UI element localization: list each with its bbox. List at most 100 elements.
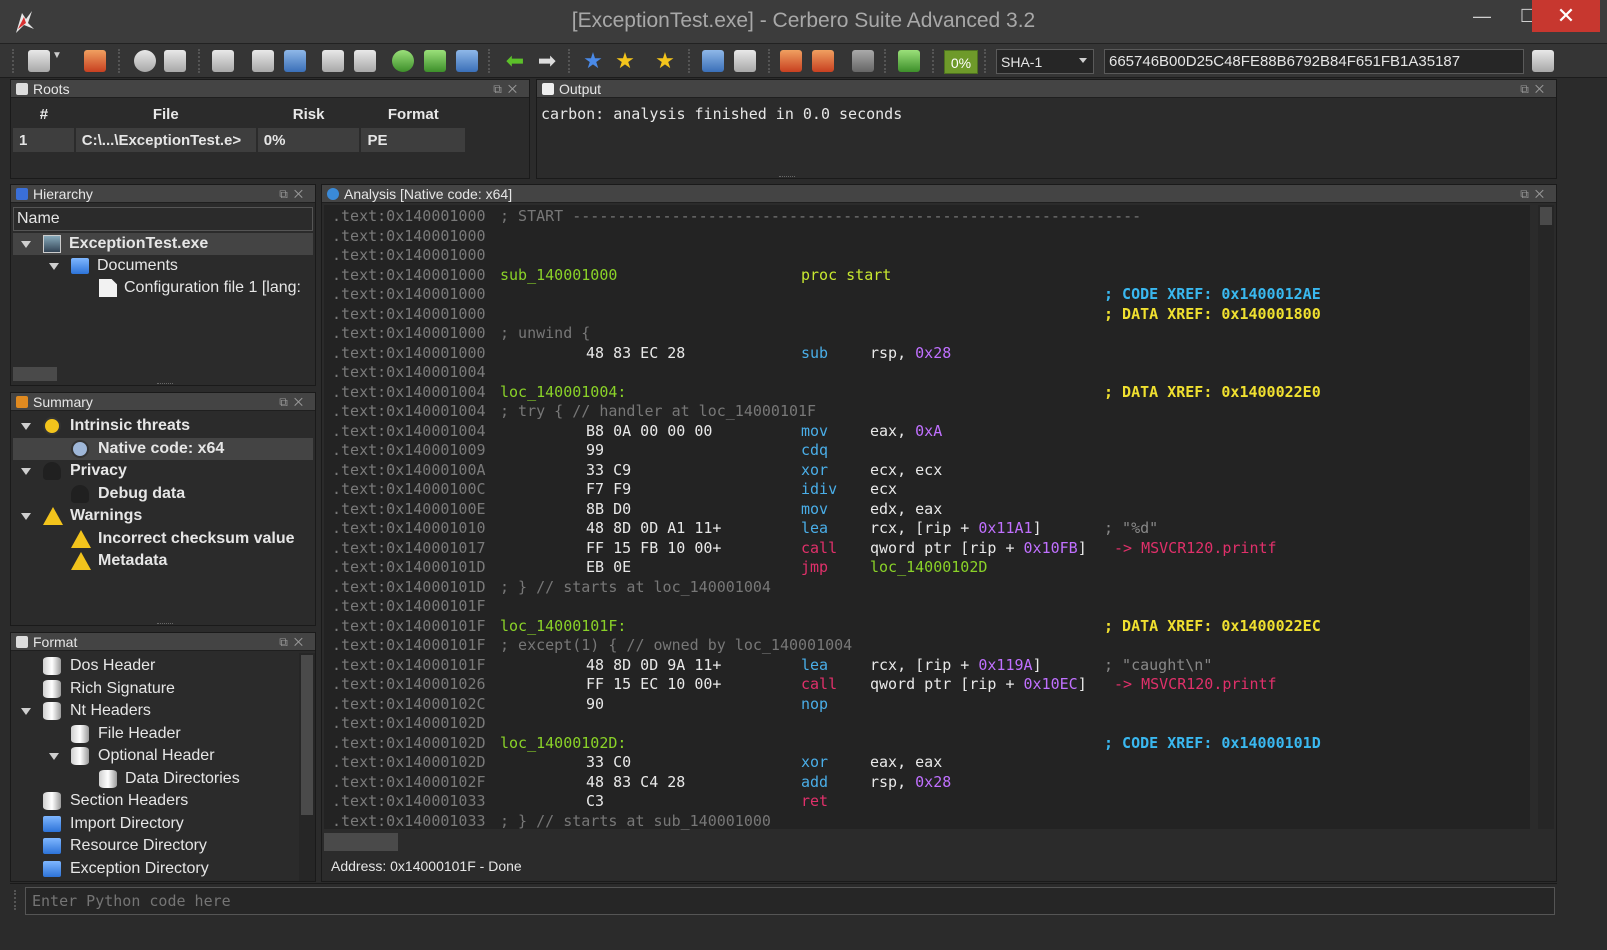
expand-arrow-icon[interactable] (21, 468, 31, 475)
code-line[interactable]: .text:0x14000101F (324, 597, 1524, 617)
document-icon[interactable] (164, 50, 186, 72)
panel-buttons[interactable]: ⧉✕ (1520, 185, 1550, 203)
scrollbar-thumb[interactable] (301, 655, 313, 815)
tree-item-documents[interactable]: Documents (13, 255, 313, 277)
toolbar-grip[interactable] (568, 49, 572, 73)
code-line[interactable]: .text:0x140001000 (324, 227, 1524, 247)
toolbar-grip[interactable] (688, 49, 692, 73)
layout-icon[interactable] (252, 50, 274, 72)
code-line[interactable]: .text:0x14000102D loc_14000102D: ; CODE XR… (324, 734, 1524, 754)
toolbar-grip[interactable] (14, 890, 18, 910)
save-dropdown-icon[interactable]: ▼ (52, 50, 62, 72)
expand-arrow-icon[interactable] (21, 241, 31, 248)
copy-hash-icon[interactable] (1532, 50, 1554, 72)
panel-icon[interactable] (354, 50, 376, 72)
settings-gear-icon[interactable] (134, 50, 156, 72)
summary-item-checksum[interactable]: Incorrect checksum value (13, 528, 313, 550)
toolbar-grip[interactable] (884, 49, 888, 73)
code-line[interactable]: .text:0x140001000 48 83 EC 28 sub rsp, 0x28 (324, 344, 1524, 364)
table-row[interactable]: 1 C:\...\ExceptionTest.e> 0% PE (13, 128, 533, 152)
code-line[interactable]: .text:0x14000102D (324, 714, 1524, 734)
panel-buttons[interactable]: ⧉✕ (1520, 80, 1550, 98)
code-line[interactable]: .text:0x140001004 loc_140001004: ; DATA XR… (324, 383, 1524, 403)
toolbar-grip[interactable] (488, 49, 492, 73)
bookmark-next-icon[interactable]: ★ (654, 50, 676, 72)
summary-item-debug-data[interactable]: Debug data (13, 483, 313, 505)
code-line[interactable]: .text:0x140001000 ; DATA XREF: 0x14000180… (324, 305, 1524, 325)
summary-item-intrinsic-threats[interactable]: Intrinsic threats (13, 415, 313, 437)
panel-buttons[interactable]: ⧉✕ (279, 633, 309, 651)
vertical-scrollbar[interactable] (299, 653, 315, 881)
window-icon[interactable] (212, 50, 234, 72)
code-line[interactable]: .text:0x140001026 FF 15 EC 10 00+ call qwor… (324, 675, 1524, 695)
code-line[interactable]: .text:0x140001004 (324, 363, 1524, 383)
splitter-handle[interactable] (157, 623, 173, 627)
code-line[interactable]: .text:0x140001000 ; CODE XREF: 0x1400012A… (324, 285, 1524, 305)
summary-item-privacy[interactable]: Privacy (13, 460, 313, 482)
code-line[interactable]: .text:0x140001010 48 8D 0D A1 11+ lea rcx, … (324, 519, 1524, 539)
code-line[interactable]: .text:0x14000101D EB 0E jmp loc_14000102D (324, 558, 1524, 578)
scrollbar-thumb[interactable] (1540, 207, 1552, 225)
refresh-icon[interactable] (284, 50, 306, 72)
code-line[interactable]: .text:0x14000101F ; except(1) { // owned … (324, 636, 1524, 656)
column-header-name[interactable]: Name (13, 207, 313, 231)
code-line[interactable]: .text:0x140001000 (324, 246, 1524, 266)
code-line[interactable]: .text:0x140001033 C3 ret (324, 792, 1524, 812)
layers-alt-icon[interactable] (812, 50, 834, 72)
toolbar-grip[interactable] (198, 49, 202, 73)
column-header-file[interactable]: File (75, 101, 257, 128)
view-icon[interactable] (322, 50, 344, 72)
summary-item-metadata[interactable]: Metadata (13, 550, 313, 572)
python-input[interactable] (25, 887, 1555, 915)
code-line[interactable]: .text:0x14000101D ; } // starts at loc_14… (324, 578, 1524, 598)
code-line[interactable]: .text:0x140001000 sub_140001000 proc start (324, 266, 1524, 286)
code-line[interactable]: .text:0x14000100E 8B D0 mov edx, eax (324, 500, 1524, 520)
export-icon[interactable] (424, 50, 446, 72)
toolbar-grip[interactable] (768, 49, 772, 73)
code-line[interactable]: .text:0x140001004 B8 0A 00 00 00 mov eax, 0… (324, 422, 1524, 442)
toolbar-grip[interactable] (12, 49, 16, 73)
code-line[interactable]: .text:0x140001009 99 cdq (324, 441, 1524, 461)
summary-item-native-code[interactable]: Native code: x64 (13, 438, 313, 460)
network-icon[interactable] (456, 50, 478, 72)
expand-arrow-icon[interactable] (21, 708, 31, 715)
search-icon[interactable] (392, 50, 414, 72)
code-line[interactable]: .text:0x140001004 ; try { // handler at l… (324, 402, 1524, 422)
column-header-risk[interactable]: Risk (257, 101, 361, 128)
code-line[interactable]: .text:0x14000102C 90 nop (324, 695, 1524, 715)
column-header-index[interactable]: # (13, 101, 75, 128)
expand-arrow-icon[interactable] (49, 753, 59, 760)
code-line[interactable]: .text:0x14000101F 48 8D 0D 9A 11+ lea rcx, … (324, 656, 1524, 676)
minimize-button[interactable]: — (1459, 0, 1505, 32)
horizontal-scrollbar[interactable] (13, 367, 57, 381)
hash-algorithm-select[interactable]: SHA-1 (996, 49, 1094, 74)
code-line[interactable]: .text:0x140001033 ; } // starts at sub_14… (324, 812, 1524, 832)
hash-value-field[interactable]: 665746B00D25C48FE88B6792B84F651FB1A35187 (1104, 49, 1524, 74)
layers-icon[interactable] (780, 50, 802, 72)
code-line[interactable]: .text:0x14000101F loc_14000101F: ; DATA XR… (324, 617, 1524, 637)
save-icon[interactable] (28, 50, 50, 72)
back-arrow-icon[interactable]: ⬅ (504, 50, 526, 72)
splitter-handle[interactable] (779, 176, 795, 180)
text-edit-icon[interactable] (734, 50, 756, 72)
code-line[interactable]: .text:0x140001000 ; START ---------------… (324, 207, 1524, 227)
splitter-handle[interactable] (157, 383, 173, 387)
code-line[interactable]: .text:0x140001000 ; unwind { (324, 324, 1524, 344)
toolbar-grip[interactable] (984, 49, 988, 73)
undo-icon[interactable] (898, 50, 920, 72)
bookmark-add-icon[interactable]: ★ (582, 50, 604, 72)
code-line[interactable]: .text:0x14000100A 33 C9 xor ecx, ecx (324, 461, 1524, 481)
summary-item-warnings[interactable]: Warnings (13, 505, 313, 527)
import-icon[interactable] (84, 50, 106, 72)
expand-arrow-icon[interactable] (21, 513, 31, 520)
toolbar-grip[interactable] (118, 49, 122, 73)
forward-arrow-icon[interactable]: ➡ (536, 50, 558, 72)
close-button[interactable]: ✕ (1532, 0, 1600, 32)
hex-view-icon[interactable] (702, 50, 724, 72)
expand-arrow-icon[interactable] (49, 263, 59, 270)
code-line[interactable]: .text:0x140001017 FF 15 FB 10 00+ call qwor… (324, 539, 1524, 559)
horizontal-scrollbar[interactable] (324, 833, 398, 851)
toolbar-grip[interactable] (932, 49, 936, 73)
code-line[interactable]: .text:0x14000102F 48 83 C4 28 add rsp, 0x28 (324, 773, 1524, 793)
disassembly-view[interactable]: .text:0x140001000 ; START ---------------… (324, 205, 1530, 832)
